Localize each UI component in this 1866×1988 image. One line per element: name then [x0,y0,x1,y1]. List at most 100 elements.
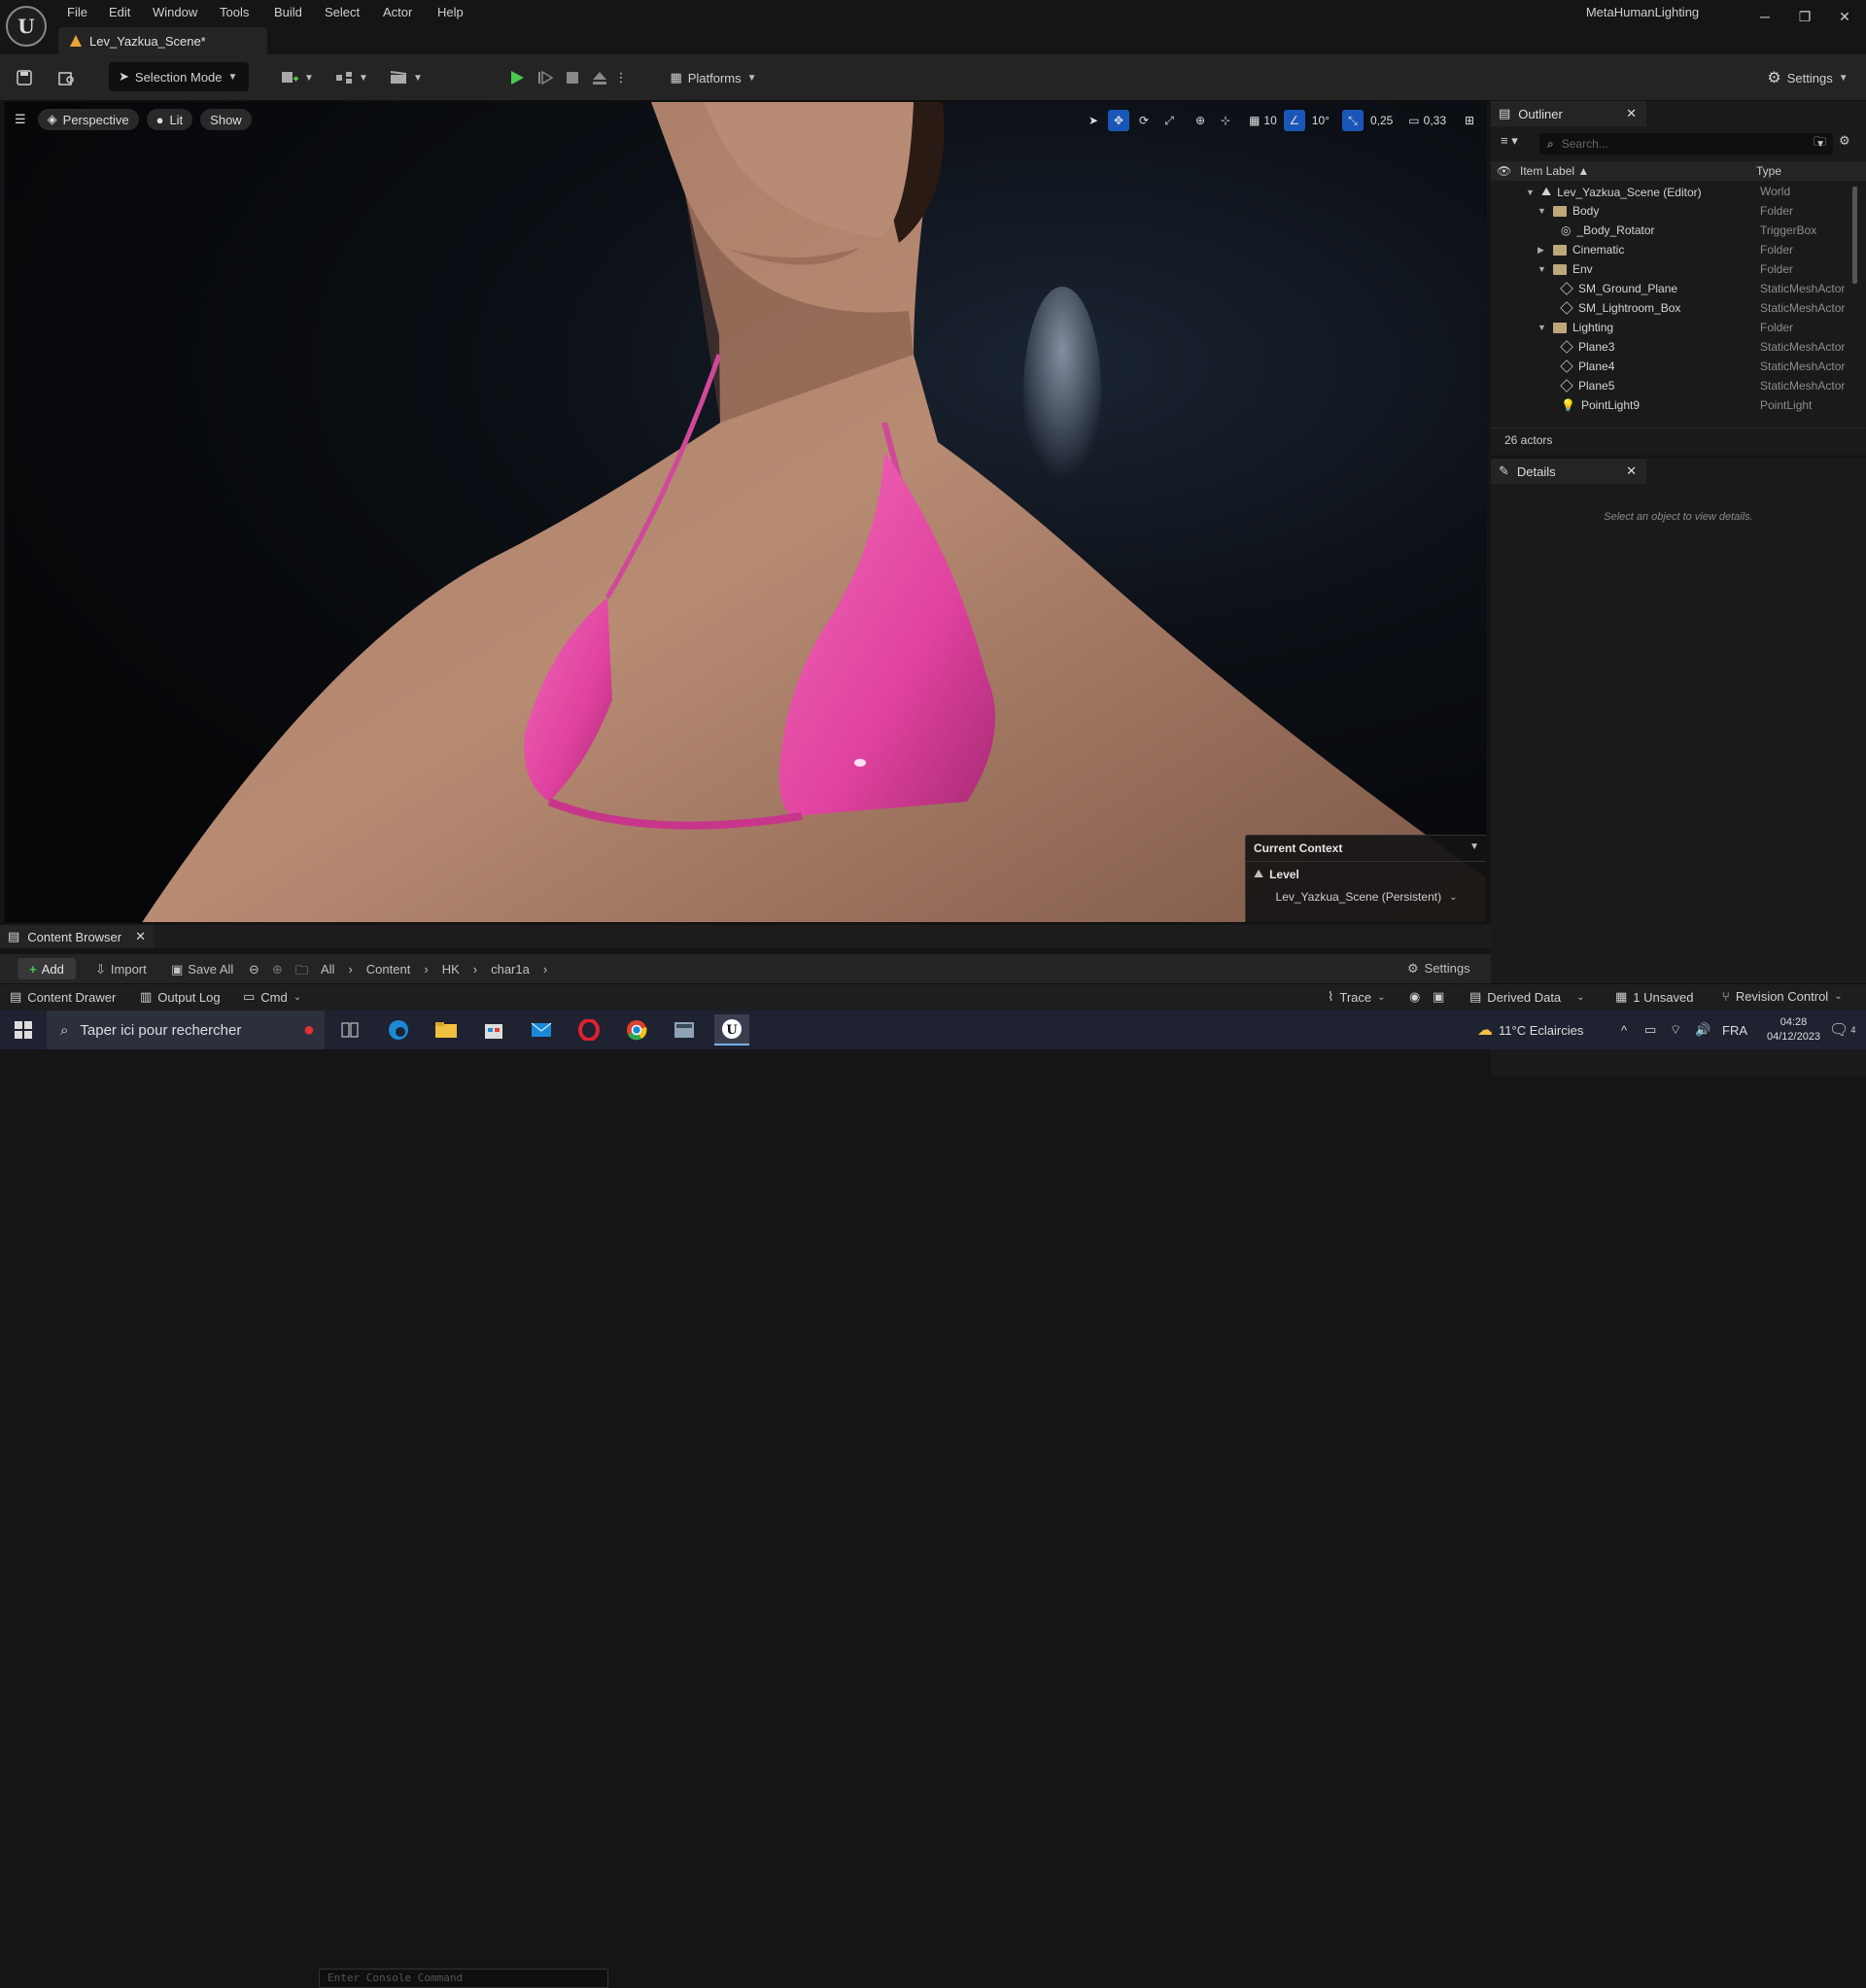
tree-row-actor[interactable]: ◎ _Body_Rotator TriggerBox [1491,221,1860,240]
grid-snap-button[interactable]: ▦ 10 [1246,110,1280,131]
level-viewport[interactable]: ☰ ◈ Perspective ● Lit Show ➤ ✥ ⟳ ⤢ ⊕ ⊹ ▦… [4,101,1487,923]
content-settings-button[interactable]: ⚙ Settings [1407,961,1470,977]
eject-icon[interactable] [588,63,611,92]
store-icon[interactable] [476,1014,511,1045]
filter-icon[interactable]: ≡ ▾ [1501,133,1518,149]
perspective-button[interactable]: ◈ Perspective [37,109,139,130]
app-icon[interactable] [667,1014,702,1045]
tree-row-world[interactable]: ▼ ⛰ Lev_Yazkua_Scene (Editor) World [1491,182,1860,201]
menu-build[interactable]: Build [272,3,304,22]
chevron-up-icon[interactable]: ^ [1621,1011,1627,1049]
tree-row-folder[interactable]: ▼ Env Folder [1491,259,1860,279]
language-indicator[interactable]: FRA [1722,1011,1747,1049]
level-selector[interactable]: Lev_Yazkua_Scene (Persistent) ⌄ [1254,886,1479,908]
folder-icon[interactable]: 🗀 [295,962,308,983]
rotation-snap-button[interactable]: ∠ [1283,110,1305,131]
gear-icon[interactable]: ⚙ [1839,133,1850,149]
more-options-icon[interactable]: ⋮ [615,63,628,92]
camera-speed-button[interactable]: ▭ 0,33 [1405,110,1449,131]
blueprint-button[interactable]: ▼ [332,63,371,92]
tree-row-actor[interactable]: Plane5 StaticMeshActor [1491,376,1860,395]
chevron-down-icon[interactable]: ▼ [1469,841,1479,852]
browse-content-icon[interactable] [54,63,80,92]
screenshot-icon[interactable]: ▣ [1433,989,1444,1005]
breadcrumb-item[interactable]: HK [442,962,460,977]
stop-icon[interactable] [561,63,584,92]
cmd-dropdown[interactable]: ▭ Cmd ⌄ [243,989,301,1005]
menu-file[interactable]: File [65,3,89,22]
console-input[interactable]: Enter Console Command [319,1969,608,1988]
menu-edit[interactable]: Edit [107,3,132,22]
tree-row-actor[interactable]: SM_Lightroom_Box StaticMeshActor [1491,298,1860,318]
add-folder-icon[interactable]: 🗀 [1814,133,1826,154]
add-button[interactable]: + Add [17,958,76,979]
unreal-logo-icon[interactable]: U [6,6,47,47]
settings-dropdown[interactable]: ⚙ Settings ▼ [1761,63,1854,92]
add-actor-button[interactable]: ▼ [278,63,317,92]
file-explorer-icon[interactable] [429,1014,464,1045]
translate-tool-icon[interactable]: ✥ [1108,110,1130,131]
selection-mode-dropdown[interactable]: ➤ Selection Mode ▼ [109,62,249,91]
taskbar-search-input[interactable]: ⌕ Taper ici pour rechercher ● [47,1011,325,1049]
menu-actor[interactable]: Actor [381,3,414,22]
chrome-icon[interactable] [619,1014,654,1045]
windows-start-icon[interactable] [6,1014,41,1045]
close-icon[interactable]: ✕ [135,929,146,944]
save-icon[interactable] [12,63,37,92]
menu-window[interactable]: Window [151,3,199,22]
outliner-search-input[interactable]: ⌕ Search... ▼ [1539,133,1833,154]
scale-tool-icon[interactable]: ⤢ [1158,110,1180,131]
back-icon[interactable]: ⊖ [249,962,259,977]
play-icon[interactable] [505,63,529,92]
scale-snap-value-button[interactable]: 0,25 [1367,110,1396,131]
rotate-tool-icon[interactable]: ⟳ [1133,110,1155,131]
forward-icon[interactable]: ⊕ [272,962,283,977]
breadcrumb-item[interactable]: All [321,962,334,977]
show-button[interactable]: Show [200,109,252,130]
layout-icon[interactable]: ⊞ [1459,110,1480,131]
opera-icon[interactable] [571,1014,606,1045]
weather-widget[interactable]: ☁ 11°C Eclaircies [1477,1011,1583,1049]
outliner-tab[interactable]: ▤ Outliner ✕ [1491,101,1646,126]
output-log-button[interactable]: ▥ Output Log [140,989,221,1005]
rotation-snap-value-button[interactable]: 10° [1309,110,1332,131]
content-browser-tab[interactable]: ▤ Content Browser ✕ [0,925,154,948]
minimize-icon[interactable]: ─ [1751,6,1779,27]
close-icon[interactable]: ✕ [1831,6,1858,27]
tree-row-actor[interactable]: 💡 PointLight9 PointLight [1491,395,1860,415]
scale-snap-button[interactable]: ⤡ [1341,110,1364,131]
tree-row-folder[interactable]: ▼ Body Folder [1491,201,1860,221]
trace-dropdown[interactable]: ⌇ Trace ⌄ [1328,989,1386,1005]
save-all-button[interactable]: ▣ Save All [171,962,233,977]
tree-row-folder[interactable]: ▶ Cinematic Folder [1491,240,1860,259]
breadcrumb-item[interactable]: char1a [491,962,530,977]
hamburger-menu-icon[interactable]: ☰ [11,109,30,130]
surface-snap-icon[interactable]: ⊹ [1215,110,1236,131]
close-icon[interactable]: ✕ [1626,463,1637,479]
wifi-icon[interactable]: ⌔ [1670,1011,1681,1049]
level-tab[interactable]: Lev_Yazkua_Scene* [58,27,267,54]
select-tool-icon[interactable]: ➤ [1083,110,1104,131]
menu-select[interactable]: Select [323,3,362,22]
scrollbar[interactable] [1852,187,1857,284]
close-icon[interactable]: ✕ [1626,106,1637,121]
edge-icon[interactable] [381,1014,416,1045]
visibility-icon[interactable]: 👁 [1497,164,1511,178]
notifications-icon[interactable]: 🗨 4 [1829,1011,1855,1049]
tree-row-actor[interactable]: Plane4 StaticMeshActor [1491,357,1860,376]
restore-icon[interactable]: ❐ [1791,6,1818,27]
mail-icon[interactable] [524,1014,559,1045]
lit-button[interactable]: ● Lit [146,109,193,130]
content-drawer-button[interactable]: ▤ Content Drawer [10,989,116,1005]
tree-row-actor[interactable]: SM_Ground_Plane StaticMeshActor [1491,279,1860,298]
clock[interactable]: 04:28 04/12/2023 [1767,1011,1820,1049]
record-icon[interactable]: ◉ [1409,989,1420,1005]
unreal-taskbar-icon[interactable]: U [714,1014,749,1045]
task-view-icon[interactable] [332,1014,367,1045]
breadcrumb-item[interactable]: Content [366,962,411,977]
tree-row-folder[interactable]: ▼ Lighting Folder [1491,318,1860,337]
advance-frame-icon[interactable] [534,63,557,92]
import-button[interactable]: ⇩ Import [95,962,147,977]
volume-icon[interactable]: 🔊 [1695,1011,1710,1049]
details-tab[interactable]: ✎ Details ✕ [1491,459,1646,484]
